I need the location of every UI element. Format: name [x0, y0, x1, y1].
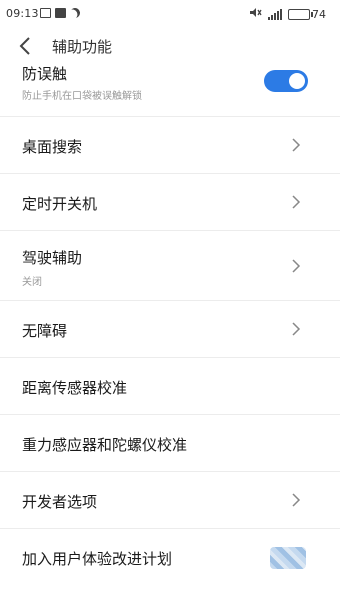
header: 辅助功能 — [0, 28, 340, 64]
system-icons: 74 — [250, 7, 326, 21]
setting-subtitle: 防止手机在口袋被误触解锁 — [22, 91, 142, 102]
chevron-left-icon — [19, 37, 30, 55]
setting-title: 桌面搜索 — [22, 138, 83, 156]
setting-title: 无障碍 — [22, 322, 68, 340]
toggle-knob — [289, 73, 305, 89]
setting-subtitle: 关闭 — [22, 277, 42, 288]
setting-row-driving-assist[interactable]: 驾驶辅助 关闭 — [0, 231, 340, 301]
chevron-right-icon — [290, 194, 302, 210]
setting-row-gravity-gyro-calibration[interactable]: 重力感应器和陀螺仪校准 — [0, 415, 340, 472]
setting-title: 防误触 — [22, 65, 68, 83]
setting-title: 驾驶辅助 — [22, 249, 83, 267]
chevron-right-icon — [290, 492, 302, 508]
setting-row-developer-options[interactable]: 开发者选项 — [0, 472, 340, 529]
setting-title: 加入用户体验改进计划 — [22, 550, 173, 568]
chevron-right-icon — [290, 321, 302, 337]
setting-title: 距离传感器校准 — [22, 379, 128, 397]
setting-row-accessibility[interactable]: 无障碍 — [0, 301, 340, 358]
cell-signal-icon — [268, 8, 282, 20]
notification-icons — [40, 8, 80, 18]
setting-title: 定时开关机 — [22, 195, 98, 213]
status-bar: 09:13 74 — [0, 0, 340, 28]
status-time: 09:13 — [6, 7, 39, 20]
back-button[interactable] — [14, 34, 38, 58]
mail-notification-icon — [40, 8, 51, 18]
setting-row-desktop-search[interactable]: 桌面搜索 — [0, 117, 340, 174]
battery-icon — [288, 8, 313, 20]
battery-indicator: 74 — [288, 8, 326, 21]
setting-title: 开发者选项 — [22, 493, 98, 511]
chevron-right-icon — [290, 137, 302, 153]
user-experience-toggle-obscured[interactable] — [270, 547, 306, 569]
setting-title: 重力感应器和陀螺仪校准 — [22, 436, 188, 454]
battery-percent: 74 — [312, 7, 326, 21]
settings-list: 防误触 防止手机在口袋被误触解锁 桌面搜索 定时开关机 驾驶辅助 关闭 无障碍 … — [0, 60, 340, 586]
chevron-right-icon — [290, 258, 302, 274]
do-not-disturb-moon-icon — [68, 6, 82, 20]
page-title: 辅助功能 — [52, 38, 113, 56]
setting-row-proximity-calibration[interactable]: 距离传感器校准 — [0, 358, 340, 415]
setting-row-scheduled-power[interactable]: 定时开关机 — [0, 174, 340, 231]
setting-row-prevent-mistouch[interactable]: 防误触 防止手机在口袋被误触解锁 — [0, 60, 340, 117]
prevent-mistouch-toggle[interactable] — [264, 70, 308, 92]
mute-speaker-icon — [250, 7, 262, 21]
app-notification-icon — [55, 8, 66, 18]
setting-row-user-experience-program[interactable]: 加入用户体验改进计划 — [0, 529, 340, 586]
